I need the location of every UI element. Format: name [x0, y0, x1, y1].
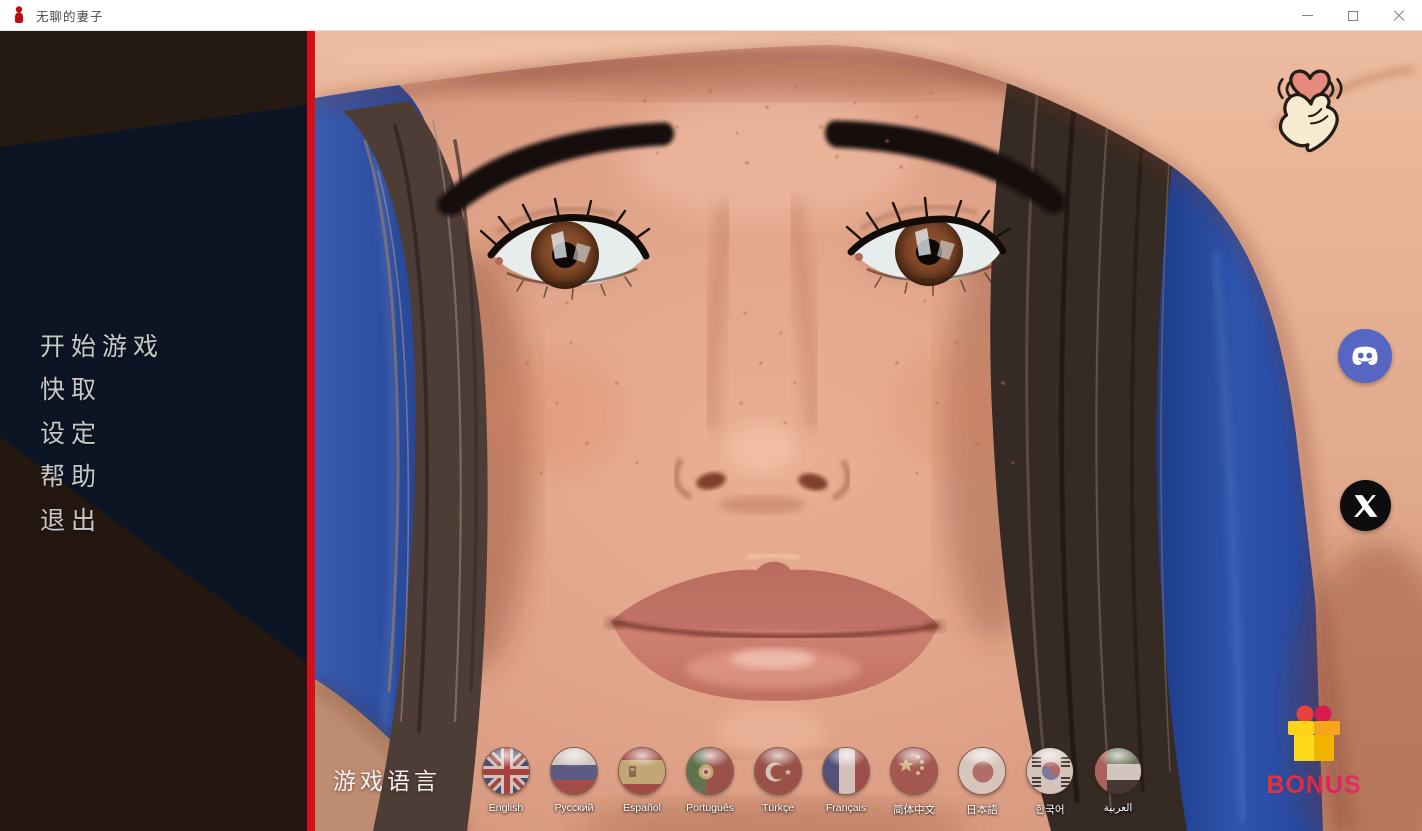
language-selector: English Русский Español — [472, 747, 1152, 817]
language-option-french[interactable]: Français — [812, 747, 880, 817]
france-flag-icon — [822, 747, 870, 795]
bonus-button[interactable]: BONUS — [1258, 704, 1370, 800]
background-artwork — [315, 31, 1422, 831]
language-option-russian[interactable]: Русский — [540, 747, 608, 817]
united-kingdom-flag-icon — [482, 747, 530, 795]
minimize-button[interactable] — [1284, 0, 1330, 31]
close-button[interactable] — [1376, 0, 1422, 31]
x-twitter-icon — [1353, 493, 1379, 519]
maximize-button[interactable] — [1330, 0, 1376, 31]
language-option-arabic[interactable]: العربية — [1084, 747, 1152, 817]
window-title: 无聊的妻子 — [36, 6, 104, 25]
language-option-japanese[interactable]: 日本語 — [948, 747, 1016, 817]
language-option-korean[interactable]: 한국어 — [1016, 747, 1084, 817]
south-korea-flag-icon — [1026, 747, 1074, 795]
discord-button[interactable] — [1338, 329, 1392, 383]
menu-item-settings[interactable]: 设定 — [40, 410, 164, 454]
maximize-icon — [1348, 11, 1358, 21]
game-screen: 开始游戏 快取 设定 帮助 退出 — [0, 31, 1422, 831]
portugal-flag-icon — [686, 747, 734, 795]
russia-flag-icon — [550, 747, 598, 795]
app-icon — [11, 5, 27, 25]
close-icon — [1392, 9, 1406, 23]
x-twitter-button[interactable] — [1340, 480, 1391, 531]
gift-icon — [1281, 704, 1347, 764]
hand-holding-heart-icon[interactable] — [1268, 63, 1352, 153]
main-menu: 开始游戏 快取 设定 帮助 退出 — [40, 323, 164, 541]
turkey-flag-icon — [754, 747, 802, 795]
china-flag-icon — [890, 747, 938, 795]
menu-item-start[interactable]: 开始游戏 — [40, 323, 164, 367]
bonus-label: BONUS — [1258, 771, 1370, 800]
spain-flag-icon — [618, 747, 666, 795]
japan-flag-icon — [958, 747, 1006, 795]
discord-icon — [1348, 339, 1382, 373]
uae-flag-icon — [1094, 747, 1142, 795]
language-option-simplified-chinese[interactable]: 简体中文 — [880, 747, 948, 817]
window-titlebar: 无聊的妻子 — [0, 0, 1422, 31]
language-label: 游戏语言 — [333, 762, 441, 796]
minimize-icon — [1302, 15, 1313, 16]
menu-item-help[interactable]: 帮助 — [40, 454, 164, 498]
language-option-spanish[interactable]: Español — [608, 747, 676, 817]
menu-item-load[interactable]: 快取 — [40, 367, 164, 411]
language-option-english[interactable]: English — [472, 747, 540, 817]
language-option-turkish[interactable]: Türkçe — [744, 747, 812, 817]
menu-item-quit[interactable]: 退出 — [40, 497, 164, 541]
menu-divider-line — [307, 31, 315, 831]
language-option-portuguese[interactable]: Português — [676, 747, 744, 817]
